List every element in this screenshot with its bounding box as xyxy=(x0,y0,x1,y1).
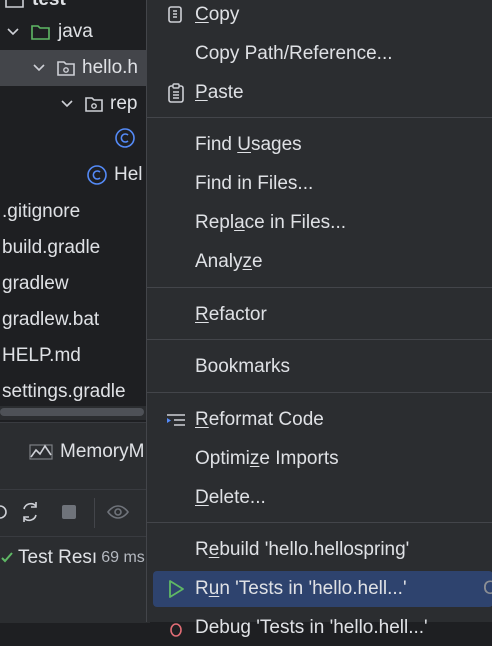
tree-item-gradlew[interactable]: gradlew xyxy=(2,266,69,302)
memory-icon xyxy=(29,444,53,460)
package-icon xyxy=(56,59,76,77)
tree-item-label: build.gradle xyxy=(2,237,101,258)
test-results-label: Test Resı xyxy=(18,547,98,568)
rerun-failed-icon[interactable] xyxy=(18,500,42,524)
tree-item-gitignore[interactable]: .gitignore xyxy=(2,194,80,230)
menu-item-analyze[interactable]: Analyze xyxy=(147,244,492,280)
check-icon xyxy=(1,552,13,563)
tab-label: MemoryM xyxy=(60,441,145,462)
menu-item-label: Run 'Tests in 'hello.hell...' xyxy=(195,578,407,599)
menu-item-shortcut: C xyxy=(483,578,492,599)
copy-icon xyxy=(168,6,182,23)
menu-item-delete[interactable]: Delete... xyxy=(147,480,492,516)
menu-item-label: Rebuild 'hello.hellospring' xyxy=(195,539,410,560)
menu-item-reformat-code[interactable]: Reformat Code xyxy=(147,402,492,438)
menu-item-label: Optimize Imports xyxy=(195,448,339,469)
class-icon xyxy=(86,164,108,186)
tree-item-label: HELP.md xyxy=(2,345,81,366)
tree-item-label: hello.h xyxy=(82,57,138,78)
menu-item-label: Paste xyxy=(195,82,244,103)
chevron-down-icon[interactable] xyxy=(6,25,20,39)
menu-item-replace-in-files[interactable]: Replace in Files... xyxy=(147,205,492,241)
menu-item-label: Find Usages xyxy=(195,134,302,155)
tree-item-label: test xyxy=(32,0,66,11)
menu-separator xyxy=(147,287,492,288)
tree-item-class[interactable] xyxy=(114,120,142,156)
run-icon xyxy=(169,580,184,598)
tree-item-gradlew-bat[interactable]: gradlew.bat xyxy=(2,302,99,338)
menu-item-label: Replace in Files... xyxy=(195,212,347,233)
rerun-icon[interactable] xyxy=(0,500,12,524)
test-results-row[interactable]: Test Resı 69 ms xyxy=(0,547,145,569)
eye-icon[interactable] xyxy=(106,500,130,524)
menu-item-label: Debug 'Tests in 'hello.hell...' xyxy=(195,617,428,638)
tree-item-label: gradlew xyxy=(2,273,69,294)
menu-separator xyxy=(147,339,492,340)
paste-icon xyxy=(168,83,184,103)
tree-item-hello-package[interactable]: hello.h xyxy=(32,50,138,86)
menu-item-copy[interactable]: Copy xyxy=(147,0,492,33)
tree-item-java[interactable]: java xyxy=(6,14,93,50)
package-icon xyxy=(84,95,104,113)
menu-item-label: Copy Path/Reference... xyxy=(195,43,393,64)
folder-icon xyxy=(4,0,26,9)
menu-item-debug-tests[interactable]: Debug 'Tests in 'hello.hell...' xyxy=(147,610,492,646)
tab-memory[interactable]: MemoryM xyxy=(28,441,144,463)
menu-item-label: Reformat Code xyxy=(195,409,324,430)
menu-item-copy-path[interactable]: Copy Path/Reference... xyxy=(147,36,492,72)
menu-item-paste[interactable]: Paste xyxy=(147,75,492,111)
tree-item-label: Hel xyxy=(114,164,143,185)
tree-item-help-md[interactable]: HELP.md xyxy=(2,338,81,374)
menu-item-rebuild[interactable]: Rebuild 'hello.hellospring' xyxy=(147,532,492,568)
test-time: 69 ms xyxy=(101,549,145,566)
reformat-icon xyxy=(167,414,185,426)
menu-item-label: Analyze xyxy=(195,251,263,272)
menu-item-label: Copy xyxy=(195,4,240,25)
tree-item-settings-gradle[interactable]: settings.gradle xyxy=(2,374,126,410)
menu-item-optimize-imports[interactable]: Optimize Imports xyxy=(147,441,492,477)
menu-separator xyxy=(147,117,492,118)
context-menu: Copy Copy Path/Reference... Paste Find U… xyxy=(146,0,492,638)
bottom-tool-window: MemoryM Test Resı 69 ms xyxy=(0,422,150,623)
tree-item-label: .gitignore xyxy=(2,201,81,222)
tree-item-repository-package[interactable]: rep xyxy=(60,86,137,122)
scrollbar-thumb[interactable] xyxy=(0,408,144,416)
toolbar-divider xyxy=(94,498,95,528)
chevron-down-icon[interactable] xyxy=(32,61,46,75)
menu-item-label: Delete... xyxy=(195,487,266,508)
tree-item-label: rep xyxy=(110,93,138,114)
tree-item-label: settings.gradle xyxy=(2,381,126,402)
tree-item-hello-class[interactable]: Hel xyxy=(86,157,143,193)
tree-item-label: gradlew.bat xyxy=(2,309,100,330)
tree-item-build-gradle[interactable]: build.gradle xyxy=(2,230,100,266)
menu-item-bookmarks[interactable]: Bookmarks xyxy=(147,349,492,385)
debug-icon xyxy=(170,623,182,637)
menu-separator xyxy=(147,392,492,393)
menu-separator xyxy=(147,522,492,523)
menu-item-find-in-files[interactable]: Find in Files... xyxy=(147,166,492,202)
test-toolbar xyxy=(0,489,150,537)
menu-item-label: Find in Files... xyxy=(195,173,314,194)
class-icon xyxy=(114,127,136,149)
tree-item-label: java xyxy=(58,21,93,42)
source-folder-icon xyxy=(30,23,52,41)
menu-item-label: Bookmarks xyxy=(195,356,291,377)
project-tree: test java hello.h rep xyxy=(0,0,150,422)
chevron-down-icon[interactable] xyxy=(60,97,74,111)
menu-item-run-tests[interactable]: Run 'Tests in 'hello.hell...' C xyxy=(147,571,492,607)
stop-icon[interactable] xyxy=(57,500,81,524)
menu-item-refactor[interactable]: Refactor xyxy=(147,297,492,333)
menu-item-label: Refactor xyxy=(195,304,267,325)
menu-item-find-usages[interactable]: Find Usages xyxy=(147,127,492,163)
